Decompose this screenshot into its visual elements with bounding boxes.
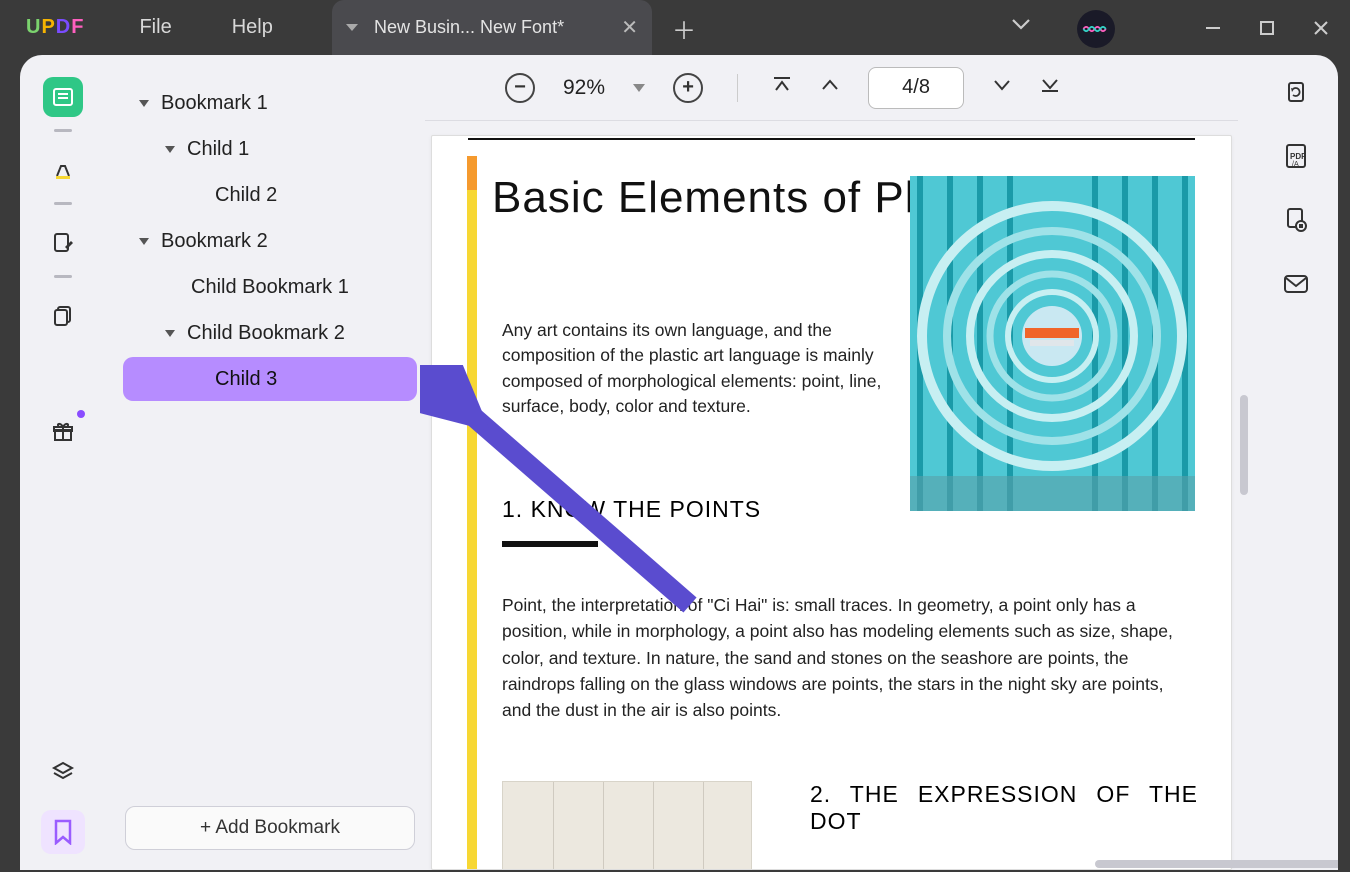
tabs-overflow-icon[interactable] [1012, 18, 1030, 36]
highlight-tool[interactable] [43, 150, 83, 190]
caret-down-icon [165, 146, 175, 153]
page-current: 4 [902, 76, 913, 99]
close-button[interactable] [1310, 17, 1332, 39]
pdfa-tool[interactable]: PDF/A [1281, 141, 1311, 171]
left-toolbar [20, 55, 105, 870]
bookmark-label: Child 3 [215, 368, 277, 391]
document-area: − 92% + 4 / 8 Basic Elements of Plane Sp… [425, 55, 1238, 870]
first-page-button[interactable] [772, 76, 792, 99]
view-toolbar: − 92% + 4 / 8 [425, 55, 1238, 121]
protect-tool[interactable] [1281, 205, 1311, 235]
bookmark-item[interactable]: Child 1 [123, 127, 417, 171]
section-underline [502, 541, 598, 547]
tab-close-icon[interactable]: ✕ [621, 15, 638, 40]
page-indicator[interactable]: 4 / 8 [868, 67, 964, 109]
zoom-dropdown-icon[interactable] [633, 84, 645, 92]
bookmark-label: Bookmark 2 [161, 230, 268, 253]
separator [54, 129, 72, 132]
bookmark-item[interactable]: Bookmark 1 [123, 81, 417, 125]
bookmark-label: Child Bookmark 1 [191, 276, 349, 299]
edit-tool[interactable] [43, 223, 83, 263]
bookmark-label: Bookmark 1 [161, 92, 268, 115]
document-tab[interactable]: New Busin... New Font* ✕ [332, 0, 652, 55]
notification-dot [77, 410, 85, 418]
document-page[interactable]: Basic Elements of Plane Space Any art co… [431, 135, 1232, 870]
doc-paragraph: Point, the interpretation of "Ci Hai" is… [502, 592, 1192, 723]
page-accent-bar [467, 156, 477, 870]
last-page-button[interactable] [1040, 76, 1060, 99]
tab-title: New Busin... New Font* [374, 17, 564, 38]
doc-section-heading: 1. KNOW THE POINTS [502, 496, 761, 523]
svg-text:PDF: PDF [1290, 152, 1306, 161]
doc-intro-paragraph: Any art contains its own language, and t… [502, 318, 882, 420]
next-page-button[interactable] [992, 77, 1012, 98]
menu-file[interactable]: File [139, 16, 171, 39]
main-menu: File Help [139, 16, 272, 39]
bookmark-item[interactable]: Child Bookmark 2 [123, 311, 417, 355]
zoom-in-button[interactable]: + [673, 73, 703, 103]
window-controls [1202, 0, 1332, 55]
app-logo: UPDF [26, 16, 84, 39]
bookmark-item[interactable]: Bookmark 2 [123, 219, 417, 263]
pages-tool[interactable] [43, 296, 83, 336]
minimize-button[interactable] [1202, 17, 1224, 39]
bookmark-item[interactable]: Child 2 [123, 173, 417, 217]
maximize-button[interactable] [1256, 17, 1278, 39]
bookmark-item[interactable]: Child Bookmark 1 [123, 265, 417, 309]
add-bookmark-button[interactable]: + Add Bookmark [125, 806, 415, 850]
bookmark-label: Child Bookmark 2 [187, 322, 345, 345]
bookmark-panel-toggle[interactable] [41, 810, 85, 854]
separator [54, 202, 72, 205]
reader-tool[interactable] [43, 77, 83, 117]
title-bar: UPDF File Help New Busin... New Font* ✕ … [0, 0, 1350, 55]
prev-page-button[interactable] [820, 77, 840, 98]
doc-image [910, 176, 1195, 511]
workspace: Bookmark 1 Child 1 Child 2 Bookmark 2 Ch… [20, 55, 1338, 870]
svg-text:/A: /A [1292, 161, 1299, 168]
caret-down-icon [139, 100, 149, 107]
bookmark-item-selected[interactable]: Child 3 [123, 357, 417, 401]
divider [737, 74, 738, 102]
doc-section-heading-2: 2. THE EXPRESSION OF THE DOT [810, 781, 1198, 835]
caret-down-icon [139, 238, 149, 245]
layers-tool[interactable] [43, 752, 83, 792]
right-toolbar: PDF/A [1254, 55, 1338, 870]
bookmark-label: Child 1 [187, 138, 249, 161]
zoom-level: 92% [563, 76, 605, 100]
rotate-tool[interactable] [1281, 77, 1311, 107]
ai-assistant-button[interactable] [1077, 10, 1115, 48]
mail-tool[interactable] [1281, 269, 1311, 299]
page-total: 8 [919, 76, 930, 99]
separator [54, 275, 72, 278]
zoom-out-button[interactable]: − [505, 73, 535, 103]
bookmark-label: Child 2 [215, 184, 277, 207]
vertical-scrollbar[interactable] [1240, 395, 1248, 495]
page-rule [468, 138, 1195, 140]
bookmarks-panel: Bookmark 1 Child 1 Child 2 Bookmark 2 Ch… [115, 55, 425, 870]
new-tab-button[interactable]: ＋ [670, 14, 698, 42]
doc-image-2 [502, 781, 752, 870]
caret-down-icon [165, 330, 175, 337]
tab-dropdown-icon[interactable] [346, 24, 358, 31]
menu-help[interactable]: Help [232, 16, 273, 39]
gift-button[interactable] [43, 412, 83, 452]
